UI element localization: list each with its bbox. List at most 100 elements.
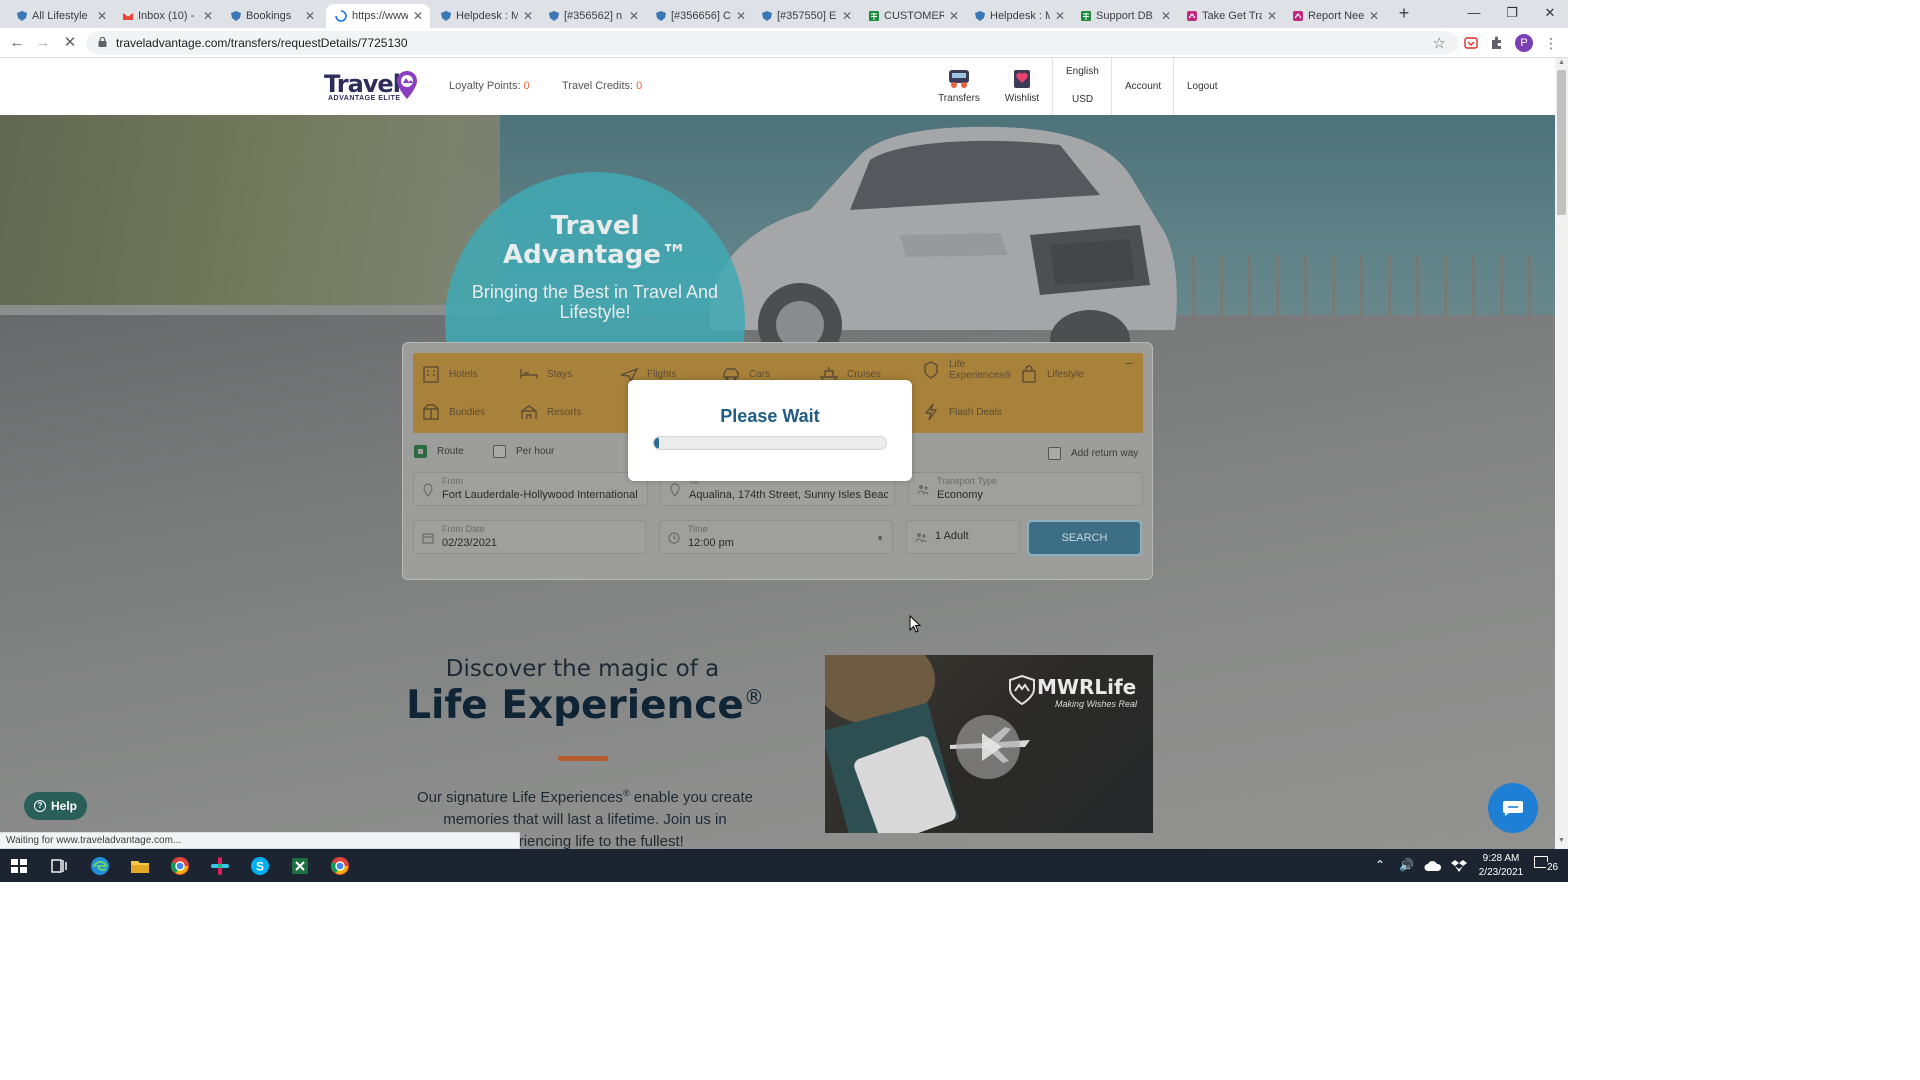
account-link[interactable]: Account [1125, 81, 1161, 92]
forward-icon[interactable]: → [33, 33, 53, 53]
browser-tab[interactable]: [#356656] C ✕ [653, 4, 753, 28]
stop-loading-icon[interactable]: ✕ [60, 33, 80, 53]
close-tab-icon[interactable]: ✕ [412, 9, 424, 23]
browser-tab[interactable]: [#357550] E ✕ [759, 4, 859, 28]
category-resorts[interactable]: Resorts [519, 403, 581, 421]
route-checkbox-box[interactable] [414, 445, 427, 458]
chrome-icon[interactable] [169, 855, 191, 877]
browser-tab[interactable]: All Lifestyle ✕ [14, 4, 114, 28]
sheets-icon [869, 11, 879, 21]
close-tab-icon[interactable]: ✕ [735, 9, 747, 23]
close-tab-icon[interactable]: ✕ [202, 9, 214, 23]
nav-wishlist[interactable]: Wishlist [1001, 66, 1043, 104]
category-lifestyle[interactable]: Lifestyle [1019, 365, 1084, 383]
skype-icon[interactable]: S [249, 855, 271, 877]
browser-tab[interactable]: Helpdesk : M ✕ [972, 4, 1072, 28]
excel-icon[interactable] [289, 855, 311, 877]
extension-pocket-icon[interactable] [1462, 34, 1480, 52]
category-bundles[interactable]: Bundles [421, 403, 485, 421]
close-tab-icon[interactable]: ✕ [96, 9, 108, 23]
restore-icon[interactable]: ❐ [1494, 0, 1530, 28]
category-life-experiences[interactable]: Life Experiences® [921, 359, 1011, 381]
dropbox-icon[interactable] [1451, 858, 1467, 874]
bookmark-star-icon[interactable]: ☆ [1433, 34, 1446, 52]
onedrive-cloud-icon[interactable] [1424, 860, 1442, 872]
file-explorer-icon[interactable] [129, 855, 151, 877]
close-tab-icon[interactable]: ✕ [304, 9, 316, 23]
browser-tab-active[interactable]: https://www ✕ [326, 4, 430, 28]
add-return-checkbox[interactable]: Add return way [1048, 447, 1138, 460]
edge-browser-icon[interactable] [89, 855, 111, 877]
slack-icon[interactable] [209, 855, 231, 877]
close-tab-icon[interactable]: ✕ [1160, 9, 1172, 23]
lightning-icon [924, 403, 938, 421]
minimize-icon[interactable]: — [1456, 0, 1492, 28]
per-hour-checkbox[interactable]: Per hour [493, 445, 554, 458]
profile-avatar[interactable]: P [1515, 34, 1533, 52]
new-tab-button[interactable]: + [1396, 4, 1412, 24]
browser-tab[interactable]: CUSTOMER ✕ [866, 4, 966, 28]
back-icon[interactable]: ← [7, 33, 27, 53]
close-tab-icon[interactable]: ✕ [841, 9, 853, 23]
route-checkbox[interactable]: Route [414, 445, 464, 458]
language-selector[interactable]: English [1066, 66, 1099, 77]
category-flash-deals[interactable]: Flash Deals [921, 403, 1002, 421]
system-clock[interactable]: 9:28 AM 2/23/2021 [1470, 852, 1532, 880]
extensions-puzzle-icon[interactable] [1488, 34, 1506, 52]
windows-start-icon[interactable] [8, 855, 30, 877]
page-scrollbar[interactable]: ▲ ▼ [1555, 58, 1568, 849]
close-tab-icon[interactable]: ✕ [1266, 9, 1278, 23]
location-pin-icon [423, 483, 433, 497]
discover-heading: Discover the magic of a [445, 656, 720, 682]
transfers-car-icon [949, 70, 969, 88]
browser-tab[interactable]: Bookings ✕ [228, 4, 322, 28]
address-bar[interactable]: traveladvantage.com/transfers/requestDet… [86, 31, 1458, 55]
time-field[interactable]: Time 12:00 pm ▼ [659, 520, 893, 554]
notification-center-icon[interactable]: 26 [1534, 856, 1564, 876]
chrome-profile-icon[interactable] [329, 855, 351, 877]
site-shield-icon [441, 11, 451, 21]
mwr-life-video[interactable]: MWRLife Making Wishes Real [825, 655, 1153, 833]
browser-tab[interactable]: [#356562] n ✕ [546, 4, 646, 28]
task-view-icon[interactable] [48, 855, 70, 877]
browser-tab[interactable]: Report Nee ✕ [1290, 4, 1386, 28]
scroll-up-icon[interactable]: ▲ [1557, 59, 1566, 69]
travel-advantage-logo[interactable]: Travel ADVANTAGE ELITE [324, 70, 420, 104]
nav-transfers[interactable]: Transfers [936, 66, 982, 104]
transport-type-field[interactable]: Transport Type Economy [908, 472, 1143, 506]
close-tab-icon[interactable]: ✕ [1054, 9, 1066, 23]
browser-tab[interactable]: Helpdesk : M ✕ [438, 4, 540, 28]
close-tab-icon[interactable]: ✕ [1368, 9, 1380, 23]
per-hour-checkbox-box[interactable] [493, 445, 506, 458]
browser-tab[interactable]: Inbox (10) - ✕ [120, 4, 220, 28]
volume-icon[interactable]: 🔊 [1399, 858, 1414, 872]
category-stays[interactable]: Stays [519, 365, 572, 383]
close-tab-icon[interactable]: ✕ [522, 9, 534, 23]
svg-text:S: S [256, 860, 264, 874]
currency-selector[interactable]: USD [1072, 94, 1093, 105]
please-wait-modal: Please Wait [628, 380, 912, 481]
play-icon[interactable] [956, 715, 1020, 779]
browser-menu-icon[interactable]: ⋮ [1542, 34, 1560, 52]
url-text: traveladvantage.com/transfers/requestDet… [116, 36, 408, 50]
browser-tab[interactable]: Support DB ✕ [1078, 4, 1178, 28]
add-return-checkbox-box[interactable] [1048, 447, 1061, 460]
scrollbar-thumb[interactable] [1557, 70, 1566, 215]
browser-tab[interactable]: Take Get Tra ✕ [1184, 4, 1284, 28]
travel-credits-value: 0 [636, 80, 643, 92]
lock-icon [98, 37, 107, 47]
scroll-down-icon[interactable]: ▼ [1557, 837, 1566, 847]
passengers-field[interactable]: 1 Adult [906, 520, 1020, 554]
logout-link[interactable]: Logout [1187, 81, 1218, 92]
search-button[interactable]: SEARCH [1027, 520, 1142, 556]
close-tab-icon[interactable]: ✕ [948, 9, 960, 23]
from-date-field[interactable]: From Date 02/23/2021 [413, 520, 646, 554]
close-tab-icon[interactable]: ✕ [628, 9, 640, 23]
from-field[interactable]: From Fort Lauderdale-Hollywood Internati… [413, 472, 648, 506]
window-close-icon[interactable]: ✕ [1532, 0, 1568, 28]
category-hotels[interactable]: Hotels [421, 365, 477, 383]
chat-button[interactable] [1488, 783, 1538, 833]
collapse-categories-button[interactable]: − [1125, 355, 1133, 371]
help-button[interactable]: ? Help [24, 792, 87, 820]
show-hidden-icons[interactable]: ⌃ [1375, 858, 1385, 872]
